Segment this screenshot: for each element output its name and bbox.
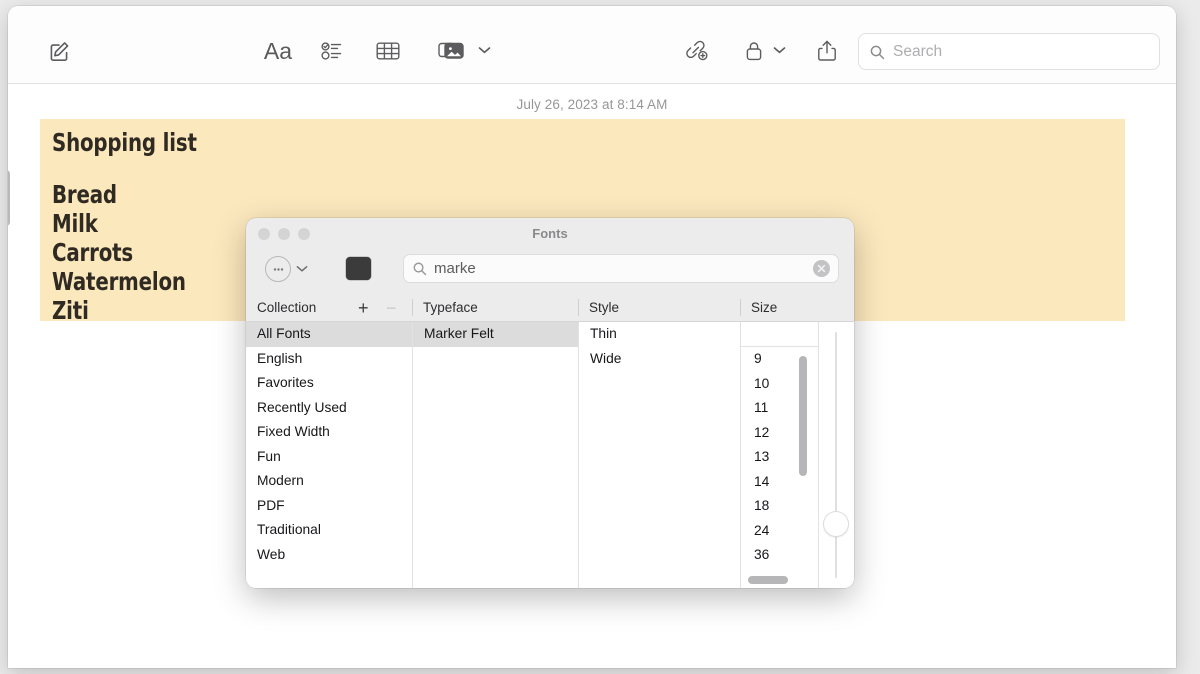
header-collection-label: Collection [257,300,317,315]
list-item[interactable]: PDF [246,494,412,519]
size-input[interactable] [741,322,819,347]
list-item[interactable]: 9 [741,347,796,372]
style-list[interactable]: Thin Wide [578,322,740,588]
list-item[interactable]: Fun [246,445,412,470]
fonts-panel-title: Fonts [532,226,568,241]
note-list-item: Bread [52,180,117,209]
close-button[interactable] [258,228,270,240]
clear-icon[interactable] [813,260,830,277]
compose-icon[interactable] [42,34,76,68]
note-scrollbar[interactable] [8,170,10,226]
add-link-icon[interactable] [680,36,714,66]
list-item[interactable]: Wide [579,347,740,372]
media-chevron-down-icon[interactable] [475,39,493,61]
note-content[interactable]: Shopping list Bread Milk Carrots Waterme… [52,128,197,325]
list-item[interactable]: 12 [741,421,796,446]
list-item[interactable]: Marker Felt [413,322,578,347]
list-item[interactable]: Web [246,543,412,568]
note-list-item: Milk [52,209,98,238]
ellipsis-circle-icon[interactable] [265,256,291,282]
minimize-button[interactable] [278,228,290,240]
checklist-icon[interactable] [316,36,350,66]
fonts-column-headers: Collection + − Typeface Style Size [246,294,854,322]
size-slider-track [835,332,838,578]
header-style: Style [578,294,740,321]
list-item[interactable]: 18 [741,494,796,519]
header-size: Size [740,294,854,321]
note-date: July 26, 2023 at 8:14 AM [516,97,668,112]
typeface-list[interactable]: Marker Felt [412,322,578,588]
search-icon [869,44,885,60]
size-slider[interactable] [818,322,853,588]
list-item[interactable]: 13 [741,445,796,470]
list-item[interactable]: Traditional [246,518,412,543]
list-item[interactable]: All Fonts [246,322,412,347]
list-item[interactable]: English [246,347,412,372]
notes-toolbar: Aa Search [8,6,1176,84]
search-icon [412,261,427,276]
note-list-item: Carrots [52,238,134,267]
fonts-panel-toolbar: marke [246,250,854,294]
share-icon[interactable] [812,35,842,67]
note-spacer [52,158,197,180]
note-list-item: Watermelon [52,267,186,296]
search-input[interactable]: Search [858,33,1160,70]
list-item[interactable]: 14 [741,470,796,495]
header-collection: Collection + − [246,294,412,321]
action-menu-chevron-down-icon[interactable] [296,260,312,278]
zoom-button[interactable] [298,228,310,240]
remove-collection-button: − [386,298,397,318]
size-list[interactable]: 9 10 11 12 13 14 18 24 36 [741,347,796,568]
fonts-columns: All Fonts English Favorites Recently Use… [246,322,854,588]
format-aa-button[interactable]: Aa [260,36,296,66]
add-collection-button[interactable]: + [358,297,369,319]
collection-list[interactable]: All Fonts English Favorites Recently Use… [246,322,412,588]
list-item[interactable]: Fixed Width [246,420,412,445]
lock-icon[interactable] [740,36,768,66]
fonts-search-input[interactable]: marke [403,254,839,283]
list-item[interactable]: Modern [246,469,412,494]
size-column: 9 10 11 12 13 14 18 24 36 [740,322,853,588]
size-list-horizontal-scrollbar[interactable] [748,576,788,584]
header-typeface: Typeface [412,294,578,321]
list-item[interactable]: Thin [579,322,740,347]
fonts-search-value: marke [434,260,476,277]
list-item[interactable]: 10 [741,372,796,397]
note-list-item: Ziti [52,296,89,325]
note-title: Shopping list [52,128,197,157]
fonts-panel: Fonts marke Collection + − Typeface Styl… [246,218,854,588]
fonts-panel-titlebar[interactable]: Fonts [246,218,854,250]
search-placeholder: Search [893,42,943,60]
screen: Aa Search July 26, 2023 at 8:14 AM Shopp… [0,0,1200,674]
list-item[interactable]: 36 [741,543,796,568]
lock-chevron-down-icon[interactable] [770,39,788,61]
table-icon[interactable] [371,36,405,66]
size-slider-knob[interactable] [824,512,849,536]
list-item[interactable]: Favorites [246,371,412,396]
text-color-swatch[interactable] [346,257,371,280]
list-item[interactable]: Recently Used [246,396,412,421]
size-list-vertical-scrollbar[interactable] [799,356,807,476]
list-item[interactable]: 11 [741,396,796,421]
media-icon[interactable] [433,36,471,66]
list-item[interactable]: 24 [741,519,796,544]
